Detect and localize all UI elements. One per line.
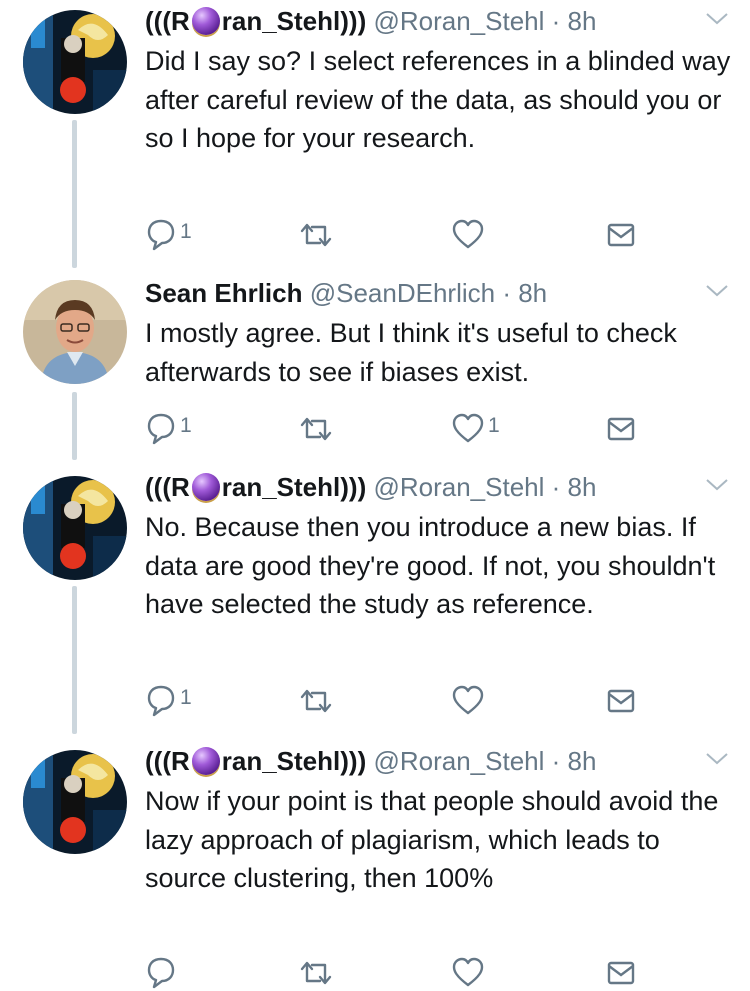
crystal-ball-emoji xyxy=(191,747,220,775)
direct-message-icon xyxy=(607,961,635,985)
tweet[interactable]: (((R ran_Stehl))) @Roran_Stehl · 8h Now i… xyxy=(0,744,750,991)
retweet-button[interactable] xyxy=(298,218,334,252)
username[interactable]: @Roran_Stehl xyxy=(373,746,544,776)
like-icon xyxy=(452,957,484,987)
chevron-down-icon[interactable] xyxy=(704,8,730,28)
chevron-down-icon[interactable] xyxy=(704,474,730,494)
reply-count: 1 xyxy=(180,220,192,243)
reply-icon xyxy=(147,413,175,445)
direct-message-button[interactable] xyxy=(606,956,636,990)
crystal-ball-emoji xyxy=(191,7,220,35)
avatar[interactable] xyxy=(23,476,127,580)
tweet-header: (((R ran_Stehl))) @Roran_Stehl · 8h xyxy=(145,4,596,38)
like-icon xyxy=(452,219,484,249)
tweet-header: Sean Ehrlich @SeanDEhrlich · 8h xyxy=(145,276,547,310)
retweet-button[interactable] xyxy=(298,956,334,990)
display-name[interactable]: Sean Ehrlich xyxy=(145,278,303,308)
like-button[interactable] xyxy=(452,956,484,990)
reply-icon xyxy=(147,219,175,251)
reply-button[interactable] xyxy=(146,412,176,446)
username[interactable]: @Roran_Stehl xyxy=(373,472,544,502)
reply-icon xyxy=(147,957,175,989)
username[interactable]: @SeanDEhrlich xyxy=(310,278,495,308)
tweet-actions xyxy=(0,956,750,990)
like-button[interactable] xyxy=(452,412,484,446)
tweet-actions: 1 xyxy=(0,684,750,718)
reply-count: 1 xyxy=(180,686,192,709)
thread-line xyxy=(72,392,77,460)
display-name[interactable]: (((R ran_Stehl))) xyxy=(145,6,366,36)
tweet-text: No. Because then you introduce a new bia… xyxy=(145,512,716,619)
display-name[interactable]: (((R ran_Stehl))) xyxy=(145,472,366,502)
tweet[interactable]: (((R ran_Stehl))) @Roran_Stehl · 8h No. B… xyxy=(0,470,750,734)
direct-message-icon xyxy=(607,689,635,713)
like-icon xyxy=(452,685,484,715)
display-name[interactable]: (((R ran_Stehl))) xyxy=(145,746,366,776)
username[interactable]: @Roran_Stehl xyxy=(373,6,544,36)
avatar[interactable] xyxy=(23,750,127,854)
direct-message-icon xyxy=(607,417,635,441)
reply-icon xyxy=(147,685,175,717)
like-button[interactable] xyxy=(452,218,484,252)
tweet-header: (((R ran_Stehl))) @Roran_Stehl · 8h xyxy=(145,470,596,504)
tweet-text: Did I say so? I select references in a b… xyxy=(145,46,731,153)
timestamp[interactable]: · 8h xyxy=(552,746,597,776)
retweet-button[interactable] xyxy=(298,684,334,718)
crystal-ball-emoji xyxy=(191,473,220,501)
timestamp[interactable]: · 8h xyxy=(552,472,597,502)
avatar[interactable] xyxy=(23,10,127,114)
avatar[interactable] xyxy=(23,280,127,384)
tweet-text: I mostly agree. But I think it's useful … xyxy=(145,318,677,387)
reply-button[interactable] xyxy=(146,956,176,990)
direct-message-button[interactable] xyxy=(606,684,636,718)
retweet-icon xyxy=(300,961,332,985)
chevron-down-icon[interactable] xyxy=(704,280,730,300)
like-count: 1 xyxy=(488,414,500,437)
reply-button[interactable] xyxy=(146,218,176,252)
tweet[interactable]: Sean Ehrlich @SeanDEhrlich · 8h I mostly… xyxy=(0,276,750,466)
tweet-actions: 1 1 xyxy=(0,412,750,446)
like-icon xyxy=(452,413,484,443)
retweet-icon xyxy=(300,417,332,441)
reply-button[interactable] xyxy=(146,684,176,718)
tweet[interactable]: (((R ran_Stehl))) @Roran_Stehl · 8h Did I… xyxy=(0,4,750,268)
retweet-icon xyxy=(300,223,332,247)
direct-message-icon xyxy=(607,223,635,247)
tweet-text: Now if your point is that people should … xyxy=(145,786,719,893)
tweet-header: (((R ran_Stehl))) @Roran_Stehl · 8h xyxy=(145,744,596,778)
timestamp[interactable]: · 8h xyxy=(552,6,597,36)
like-button[interactable] xyxy=(452,684,484,718)
retweet-button[interactable] xyxy=(298,412,334,446)
tweet-actions: 1 xyxy=(0,218,750,252)
timestamp[interactable]: · 8h xyxy=(502,278,547,308)
reply-count: 1 xyxy=(180,414,192,437)
direct-message-button[interactable] xyxy=(606,412,636,446)
direct-message-button[interactable] xyxy=(606,218,636,252)
chevron-down-icon[interactable] xyxy=(704,748,730,768)
retweet-icon xyxy=(300,689,332,713)
